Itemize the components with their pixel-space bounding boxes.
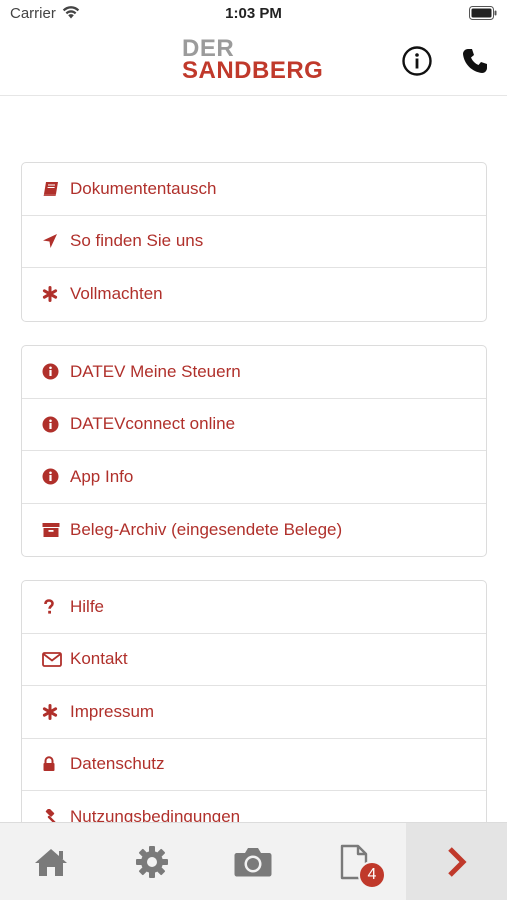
menu-group-2: DATEV Meine Steuern DATEVconnect online …: [21, 345, 487, 557]
menu-item-label: App Info: [70, 466, 134, 486]
clock: 1:03 PM: [225, 5, 282, 22]
menu-item-so-finden-sie-uns[interactable]: So finden Sie uns: [22, 216, 486, 268]
app-header: DER SANDBERG: [0, 28, 507, 96]
tab-bar: 4: [0, 822, 507, 900]
asterisk-icon: [42, 703, 64, 721]
question-icon: [42, 598, 64, 616]
menu-item-label: Kontakt: [70, 649, 128, 669]
book-icon: [42, 180, 64, 198]
menu-item-dokumententausch[interactable]: Dokumententausch: [22, 163, 486, 216]
logo-line2: SANDBERG: [182, 57, 324, 84]
menu-item-vollmachten[interactable]: Vollmachten: [22, 268, 486, 321]
tab-settings[interactable]: [101, 823, 202, 900]
menu-item-label: Datenschutz: [70, 754, 165, 774]
logo: DER SANDBERG: [182, 37, 324, 84]
menu-item-kontakt[interactable]: Kontakt: [22, 634, 486, 686]
phone-icon: [463, 49, 487, 73]
menu-item-label: Vollmachten: [70, 284, 163, 304]
status-bar: Carrier 1:03 PM: [0, 0, 507, 28]
archive-icon: [42, 521, 64, 539]
info-button[interactable]: [400, 44, 434, 78]
info-circle-icon: [42, 363, 64, 381]
envelope-icon: [42, 650, 64, 668]
menu-item-datenschutz[interactable]: Datenschutz: [22, 739, 486, 791]
menu-item-label: Nutzungsbedingungen: [70, 807, 241, 822]
battery-icon: [469, 6, 497, 20]
menu-item-label: Impressum: [70, 701, 155, 721]
menu-item-label: So finden Sie uns: [70, 231, 204, 251]
location-arrow-icon: [42, 232, 64, 250]
phone-button[interactable]: [458, 44, 492, 78]
lock-icon: [42, 755, 64, 773]
menu-item-hilfe[interactable]: Hilfe: [22, 581, 486, 634]
menu-item-app-info[interactable]: App Info: [22, 451, 486, 504]
menu-item-datev-meine-steuern[interactable]: DATEV Meine Steuern: [22, 346, 486, 399]
tab-home[interactable]: [0, 823, 101, 900]
menu-item-label: Beleg-Archiv (eingesendete Belege): [70, 519, 343, 539]
camera-icon: [234, 848, 271, 877]
info-circle-icon: [42, 415, 64, 433]
next-button[interactable]: [406, 823, 507, 900]
menu-item-label: DATEV Meine Steuern: [70, 361, 241, 381]
documents-badge: 4: [358, 861, 386, 889]
menu-item-impressum[interactable]: Impressum: [22, 686, 486, 739]
gavel-icon: [42, 808, 64, 822]
menu-group-1: Dokumententausch So finden Sie uns Vollm…: [21, 162, 487, 322]
home-icon: [34, 849, 67, 876]
menu-item-label: Dokumententausch: [70, 178, 217, 198]
menu-item-datevconnect-online[interactable]: DATEVconnect online: [22, 399, 486, 451]
menu-item-nutzungsbedingungen[interactable]: Nutzungsbedingungen: [22, 791, 486, 822]
asterisk-icon: [42, 285, 64, 303]
menu-item-beleg-archiv[interactable]: Beleg-Archiv (eingesendete Belege): [22, 504, 486, 557]
tab-camera[interactable]: [202, 823, 303, 900]
gear-icon: [135, 846, 168, 878]
menu-item-label: DATEVconnect online: [70, 414, 236, 434]
tab-documents[interactable]: 4: [303, 823, 404, 900]
chevron-right-icon: [447, 847, 467, 877]
menu-group-3: Hilfe Kontakt Impressum Datenschutz Nutz…: [21, 580, 487, 822]
info-circle-outline-icon: [402, 46, 432, 76]
menu-content: Dokumententausch So finden Sie uns Vollm…: [0, 96, 507, 822]
menu-item-label: Hilfe: [70, 596, 105, 616]
info-circle-icon: [42, 468, 64, 486]
